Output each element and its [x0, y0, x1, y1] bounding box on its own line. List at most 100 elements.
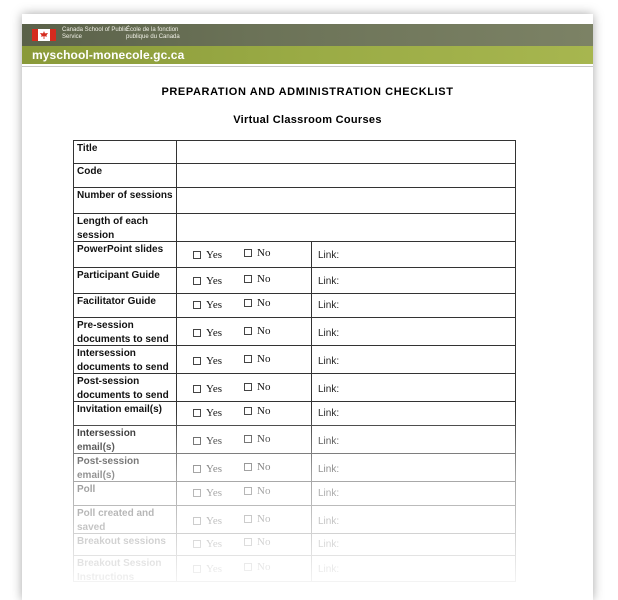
checkbox-icon[interactable]	[244, 275, 252, 283]
link-field[interactable]: Link:	[312, 426, 515, 453]
link-field[interactable]: Link:	[312, 556, 515, 581]
checkbox-icon[interactable]	[193, 301, 201, 309]
link-label: Link:	[318, 250, 340, 261]
yes-option[interactable]: Yes	[193, 407, 222, 419]
checkbox-icon[interactable]	[193, 437, 201, 445]
no-option[interactable]: No	[244, 433, 270, 445]
checkbox-icon[interactable]	[193, 251, 201, 259]
link-field[interactable]: Link:	[312, 294, 515, 317]
yes-no-cell: Yes No	[177, 268, 312, 293]
no-option[interactable]: No	[244, 381, 270, 393]
no-option[interactable]: No	[244, 561, 270, 573]
yes-option[interactable]: Yes	[193, 538, 222, 550]
link-field[interactable]: Link:	[312, 506, 515, 533]
yes-no-cell: Yes No	[177, 294, 312, 317]
school-name-english: Canada School of Public Service	[62, 27, 128, 40]
no-label: No	[257, 536, 271, 548]
link-field[interactable]: Link:	[312, 268, 515, 293]
checkbox-icon[interactable]	[193, 329, 201, 337]
yes-label: Yes	[206, 515, 223, 527]
yes-option[interactable]: Yes	[193, 275, 222, 287]
no-label: No	[257, 353, 271, 365]
checkbox-icon[interactable]	[193, 465, 201, 473]
checkbox-icon[interactable]	[193, 540, 201, 548]
yes-option[interactable]: Yes	[193, 435, 222, 447]
link-field[interactable]: Link:	[312, 374, 515, 401]
yes-option[interactable]: Yes	[193, 327, 222, 339]
checkbox-icon[interactable]	[193, 409, 201, 417]
yes-option[interactable]: Yes	[193, 383, 222, 395]
row-label: Post-session email(s)	[74, 454, 177, 481]
link-label: Link:	[318, 436, 340, 447]
no-option[interactable]: No	[244, 247, 270, 259]
checkbox-icon[interactable]	[193, 489, 201, 497]
checkbox-icon[interactable]	[244, 463, 252, 471]
yes-option[interactable]: Yes	[193, 563, 222, 575]
no-option[interactable]: No	[244, 513, 270, 525]
link-field[interactable]: Link:	[312, 318, 515, 345]
checkbox-icon[interactable]	[244, 515, 252, 523]
no-option[interactable]: No	[244, 273, 270, 285]
link-field[interactable]: Link:	[312, 242, 515, 267]
checkbox-icon[interactable]	[193, 517, 201, 525]
no-option[interactable]: No	[244, 325, 270, 337]
no-option[interactable]: No	[244, 485, 270, 497]
checkbox-icon[interactable]	[244, 435, 252, 443]
link-field[interactable]: Link:	[312, 482, 515, 505]
checkbox-icon[interactable]	[244, 383, 252, 391]
checkbox-icon[interactable]	[244, 487, 252, 495]
link-label: Link:	[318, 328, 340, 339]
checkbox-icon[interactable]	[193, 357, 201, 365]
no-option[interactable]: No	[244, 405, 270, 417]
checkbox-icon[interactable]	[244, 355, 252, 363]
no-option[interactable]: No	[244, 353, 270, 365]
yes-option[interactable]: Yes	[193, 299, 222, 311]
link-field[interactable]: Link:	[312, 402, 515, 425]
checkbox-icon[interactable]	[193, 277, 201, 285]
yes-no-cell: Yes No	[177, 426, 312, 453]
yes-no-cell: Yes No	[177, 454, 312, 481]
row-value-field[interactable]	[177, 214, 515, 241]
no-label: No	[257, 247, 271, 259]
checkbox-icon[interactable]	[244, 563, 252, 571]
checkbox-icon[interactable]	[244, 407, 252, 415]
row-value-field[interactable]	[177, 188, 515, 213]
no-label: No	[257, 297, 271, 309]
checkbox-icon[interactable]	[193, 565, 201, 573]
link-label: Link:	[318, 276, 340, 287]
row-label: PowerPoint slides	[74, 242, 177, 267]
checklist-row: Pre-session documents to send Yes No Link:	[73, 318, 516, 346]
no-option[interactable]: No	[244, 297, 270, 309]
no-option[interactable]: No	[244, 536, 270, 548]
row-label: Pre-session documents to send	[74, 318, 177, 345]
yes-option[interactable]: Yes	[193, 515, 222, 527]
checklist-row: Facilitator Guide Yes No Link:	[73, 294, 516, 318]
yes-option[interactable]: Yes	[193, 487, 222, 499]
site-url-link[interactable]: myschool-monecole.gc.ca	[32, 46, 184, 64]
yes-option[interactable]: Yes	[193, 249, 222, 261]
link-field[interactable]: Link:	[312, 454, 515, 481]
link-label: Link:	[318, 464, 340, 475]
row-value-field[interactable]	[177, 164, 515, 187]
checkbox-icon[interactable]	[244, 327, 252, 335]
checkbox-icon[interactable]	[244, 299, 252, 307]
checkbox-icon[interactable]	[244, 249, 252, 257]
checkbox-icon[interactable]	[193, 385, 201, 393]
link-field[interactable]: Link:	[312, 534, 515, 555]
no-option[interactable]: No	[244, 461, 270, 473]
row-value-field[interactable]	[177, 141, 515, 163]
checklist-row: Post-session documents to send Yes No Link:	[73, 374, 516, 402]
checklist-row: PowerPoint slides Yes No Link:	[73, 242, 516, 268]
row-label: Intersession email(s)	[74, 426, 177, 453]
yes-label: Yes	[206, 407, 223, 419]
yes-option[interactable]: Yes	[193, 355, 222, 367]
row-label: Post-session documents to send	[74, 374, 177, 401]
checkbox-icon[interactable]	[244, 538, 252, 546]
yes-label: Yes	[206, 463, 223, 475]
row-label: Code	[74, 164, 177, 187]
no-label: No	[257, 561, 271, 573]
yes-label: Yes	[206, 487, 223, 499]
checklist-row: Title	[73, 140, 516, 164]
link-field[interactable]: Link:	[312, 346, 515, 373]
yes-option[interactable]: Yes	[193, 463, 222, 475]
